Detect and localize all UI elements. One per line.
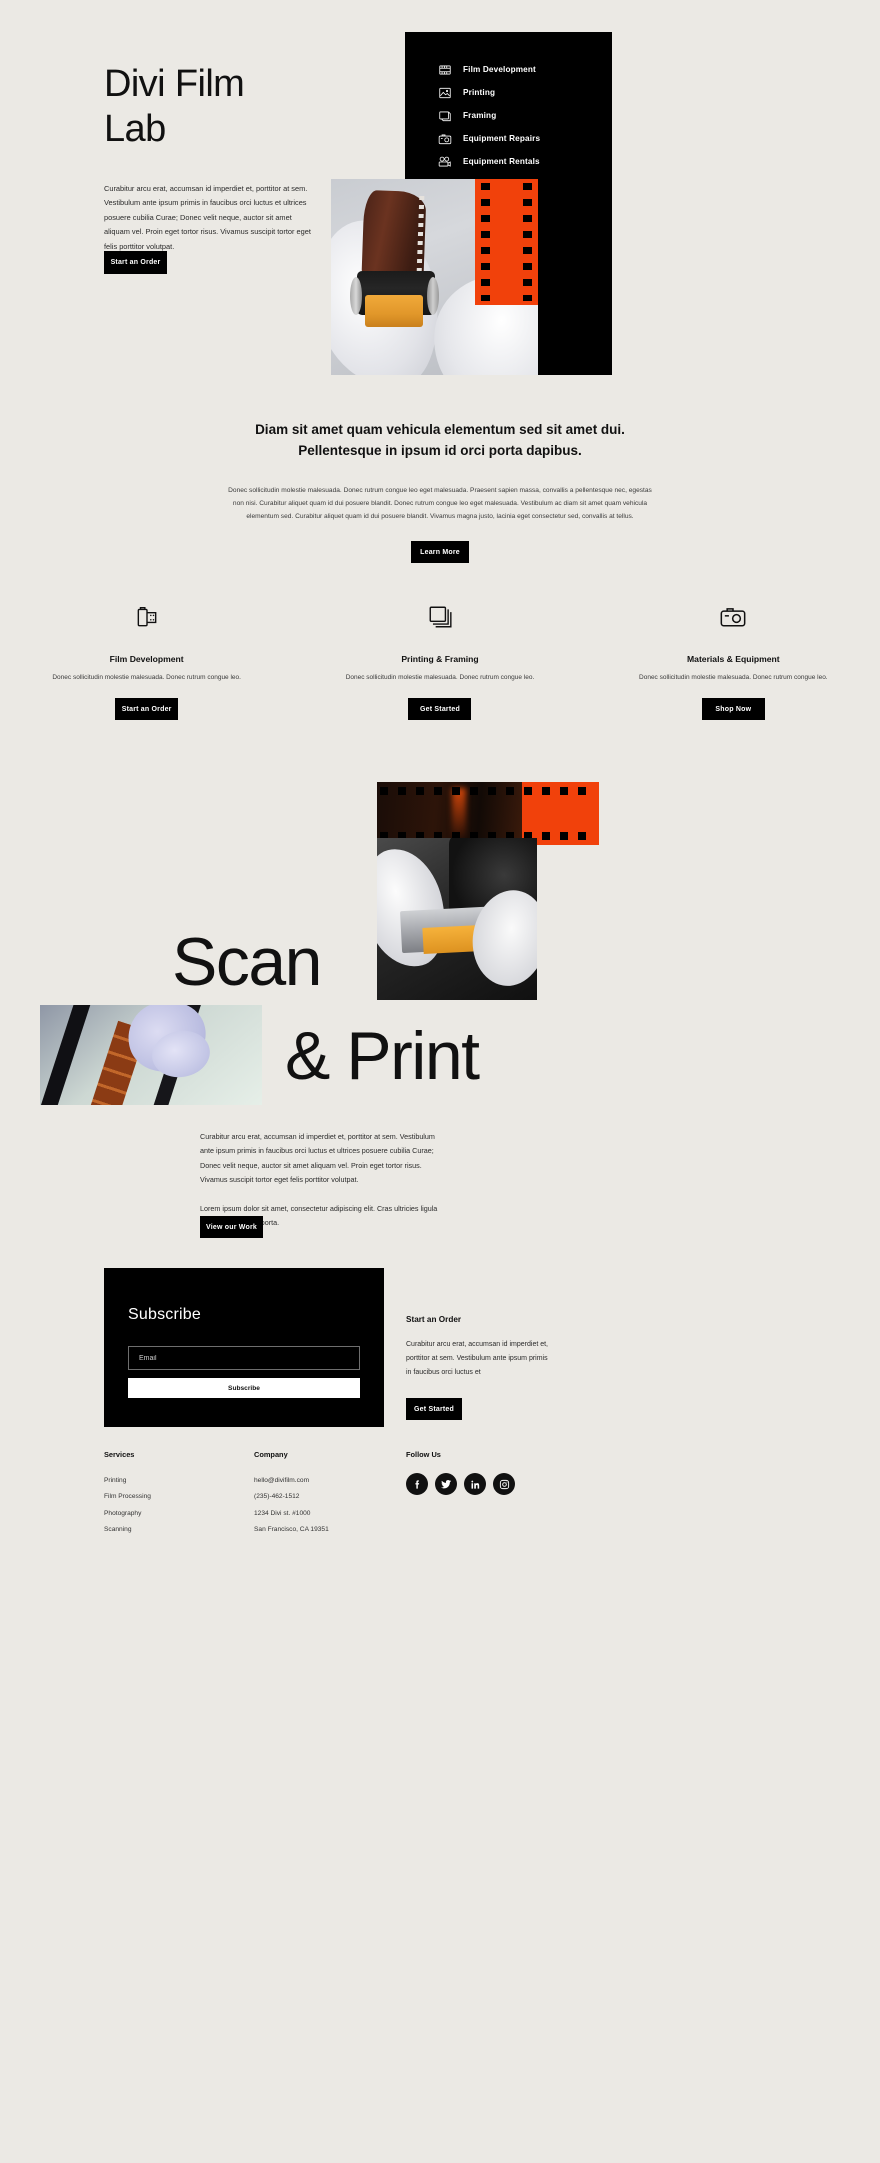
footer-link[interactable]: Film Processing xyxy=(104,1489,244,1505)
nav-item-framing[interactable]: Framing xyxy=(438,104,612,127)
service-body: Donec sollicitudin molestie malesuada. D… xyxy=(52,674,241,681)
service-cta-button[interactable]: Shop Now xyxy=(701,698,765,721)
nav-item-printing[interactable]: Printing xyxy=(438,81,612,104)
camera-icon xyxy=(438,132,452,146)
service-body: Donec sollicitudin molestie malesuada. D… xyxy=(345,674,535,681)
stacked-papers-icon xyxy=(293,600,586,634)
nav-item-label: Equipment Rentals xyxy=(463,157,540,166)
intro-section: Diam sit amet quam vehicula elementum se… xyxy=(0,420,880,564)
nav-item-label: Printing xyxy=(463,88,496,97)
service-body: Donec sollicitudin molestie malesuada. D… xyxy=(639,674,828,681)
footer-column-heading: Follow Us xyxy=(406,1450,441,1459)
footer-link[interactable]: Photography xyxy=(104,1506,244,1522)
nav-item-label: Equipment Repairs xyxy=(463,134,541,143)
footer-column-company: Company hello@divifilm.com (235)-462-151… xyxy=(254,1450,414,1539)
footer-email[interactable]: hello@divifilm.com xyxy=(254,1473,414,1489)
hero-start-an-order-button[interactable]: Start an Order xyxy=(104,251,167,274)
service-title: Materials & Equipment xyxy=(687,654,780,664)
service-cta-button[interactable]: Get Started xyxy=(408,698,472,721)
start-an-order-paragraph: Curabitur arcu erat, accumsan id imperdi… xyxy=(406,1341,549,1376)
subscribe-button[interactable]: Subscribe xyxy=(128,1378,360,1398)
intro-heading: Diam sit amet quam vehicula elementum se… xyxy=(255,422,625,458)
footer-link[interactable]: Printing xyxy=(104,1473,244,1489)
footer-link[interactable]: Scanning xyxy=(104,1522,244,1538)
orange-filmstrip-graphic xyxy=(475,179,538,305)
film-canister-cap-right xyxy=(427,277,439,315)
hero-section: Divi Film Lab Film Development Printing … xyxy=(0,0,880,410)
footer-phone[interactable]: (235)-462-1512 xyxy=(254,1489,414,1505)
learn-more-button[interactable]: Learn More xyxy=(411,541,469,564)
social-links xyxy=(406,1473,606,1495)
film-canister-cap-left xyxy=(350,277,362,315)
nav-item-label: Film Development xyxy=(463,65,536,74)
orange-filmstrip-banner xyxy=(377,782,599,845)
scan-and-print-section: Scan & Print xyxy=(0,760,880,1260)
frame-icon xyxy=(438,109,452,123)
instagram-icon[interactable] xyxy=(493,1473,515,1495)
film-canister-icon xyxy=(0,600,293,634)
service-title: Film Development xyxy=(109,654,184,664)
scan-heading-word-2: & Print xyxy=(285,1018,480,1094)
image-icon xyxy=(438,86,452,100)
linkedin-icon[interactable] xyxy=(464,1473,486,1495)
primary-nav: Film Development Printing Framing Equipm… xyxy=(405,32,612,180)
twitter-icon[interactable] xyxy=(435,1473,457,1495)
movie-camera-icon xyxy=(438,155,452,169)
photo-scanner-loading xyxy=(377,838,537,1000)
hero-photo-film-canister xyxy=(331,179,538,375)
perforation-row xyxy=(380,787,596,795)
page-title-line-2: Lab xyxy=(104,107,166,150)
perforation-column xyxy=(523,183,532,301)
footer-address-line-1: 1234 Divi st. #1000 xyxy=(254,1509,311,1517)
footer-contact-list: hello@divifilm.com (235)-462-1512 1234 D… xyxy=(254,1473,414,1539)
view-our-work-button[interactable]: View our Work xyxy=(200,1216,263,1238)
camera-icon xyxy=(587,600,880,634)
service-card-materials-equipment: Materials & Equipment Donec sollicitudin… xyxy=(587,600,880,721)
nav-item-equipment-repairs[interactable]: Equipment Repairs xyxy=(438,127,612,150)
subscribe-heading: Subscribe xyxy=(128,1306,201,1323)
film-strip-icon xyxy=(438,63,452,77)
services-section: Film Development Donec sollicitudin mole… xyxy=(0,600,880,721)
service-card-printing-framing: Printing & Framing Donec sollicitudin mo… xyxy=(293,600,586,721)
footer-link-list: Printing Film Processing Photography Sca… xyxy=(104,1473,244,1539)
facebook-icon[interactable] xyxy=(406,1473,428,1495)
service-title: Printing & Framing xyxy=(401,654,479,664)
scan-heading-word-1: Scan xyxy=(172,924,323,1000)
footer-column-heading: Company xyxy=(254,1450,288,1459)
nav-item-equipment-rentals[interactable]: Equipment Rentals xyxy=(438,150,612,173)
footer-column-services: Services Printing Film Processing Photog… xyxy=(104,1450,244,1539)
page-title-line-1: Divi Film xyxy=(104,63,245,105)
get-started-button[interactable]: Get Started xyxy=(406,1398,462,1420)
service-card-film-development: Film Development Donec sollicitudin mole… xyxy=(0,600,293,721)
service-cta-button[interactable]: Start an Order xyxy=(115,698,179,721)
nav-item-film-development[interactable]: Film Development xyxy=(438,58,612,81)
footer-address-line-2: San Francisco, CA 19351 xyxy=(254,1526,329,1534)
intro-paragraph: Donec sollicitudin molestie malesuada. D… xyxy=(228,486,652,521)
footer-column-follow-us: Follow Us xyxy=(406,1450,606,1495)
start-an-order-heading: Start an Order xyxy=(406,1315,462,1324)
film-negative-curl xyxy=(361,189,427,279)
nav-item-label: Framing xyxy=(463,111,497,120)
subscribe-panel: Subscribe Subscribe xyxy=(104,1268,384,1427)
film-canister-label xyxy=(365,295,423,327)
lightbox-edge xyxy=(40,1005,95,1105)
footer-column-heading: Services xyxy=(104,1450,135,1459)
hero-paragraph: Curabitur arcu erat, accumsan id imperdi… xyxy=(104,184,311,251)
photo-negatives-lightbox xyxy=(40,1005,262,1105)
scan-paragraph-1: Curabitur arcu erat, accumsan id imperdi… xyxy=(200,1132,435,1185)
perforation-column xyxy=(481,183,490,301)
email-input[interactable] xyxy=(128,1346,360,1370)
start-an-order-panel: Start an Order Curabitur arcu erat, accu… xyxy=(406,1315,551,1420)
page-title: Divi Film Lab xyxy=(104,62,384,152)
